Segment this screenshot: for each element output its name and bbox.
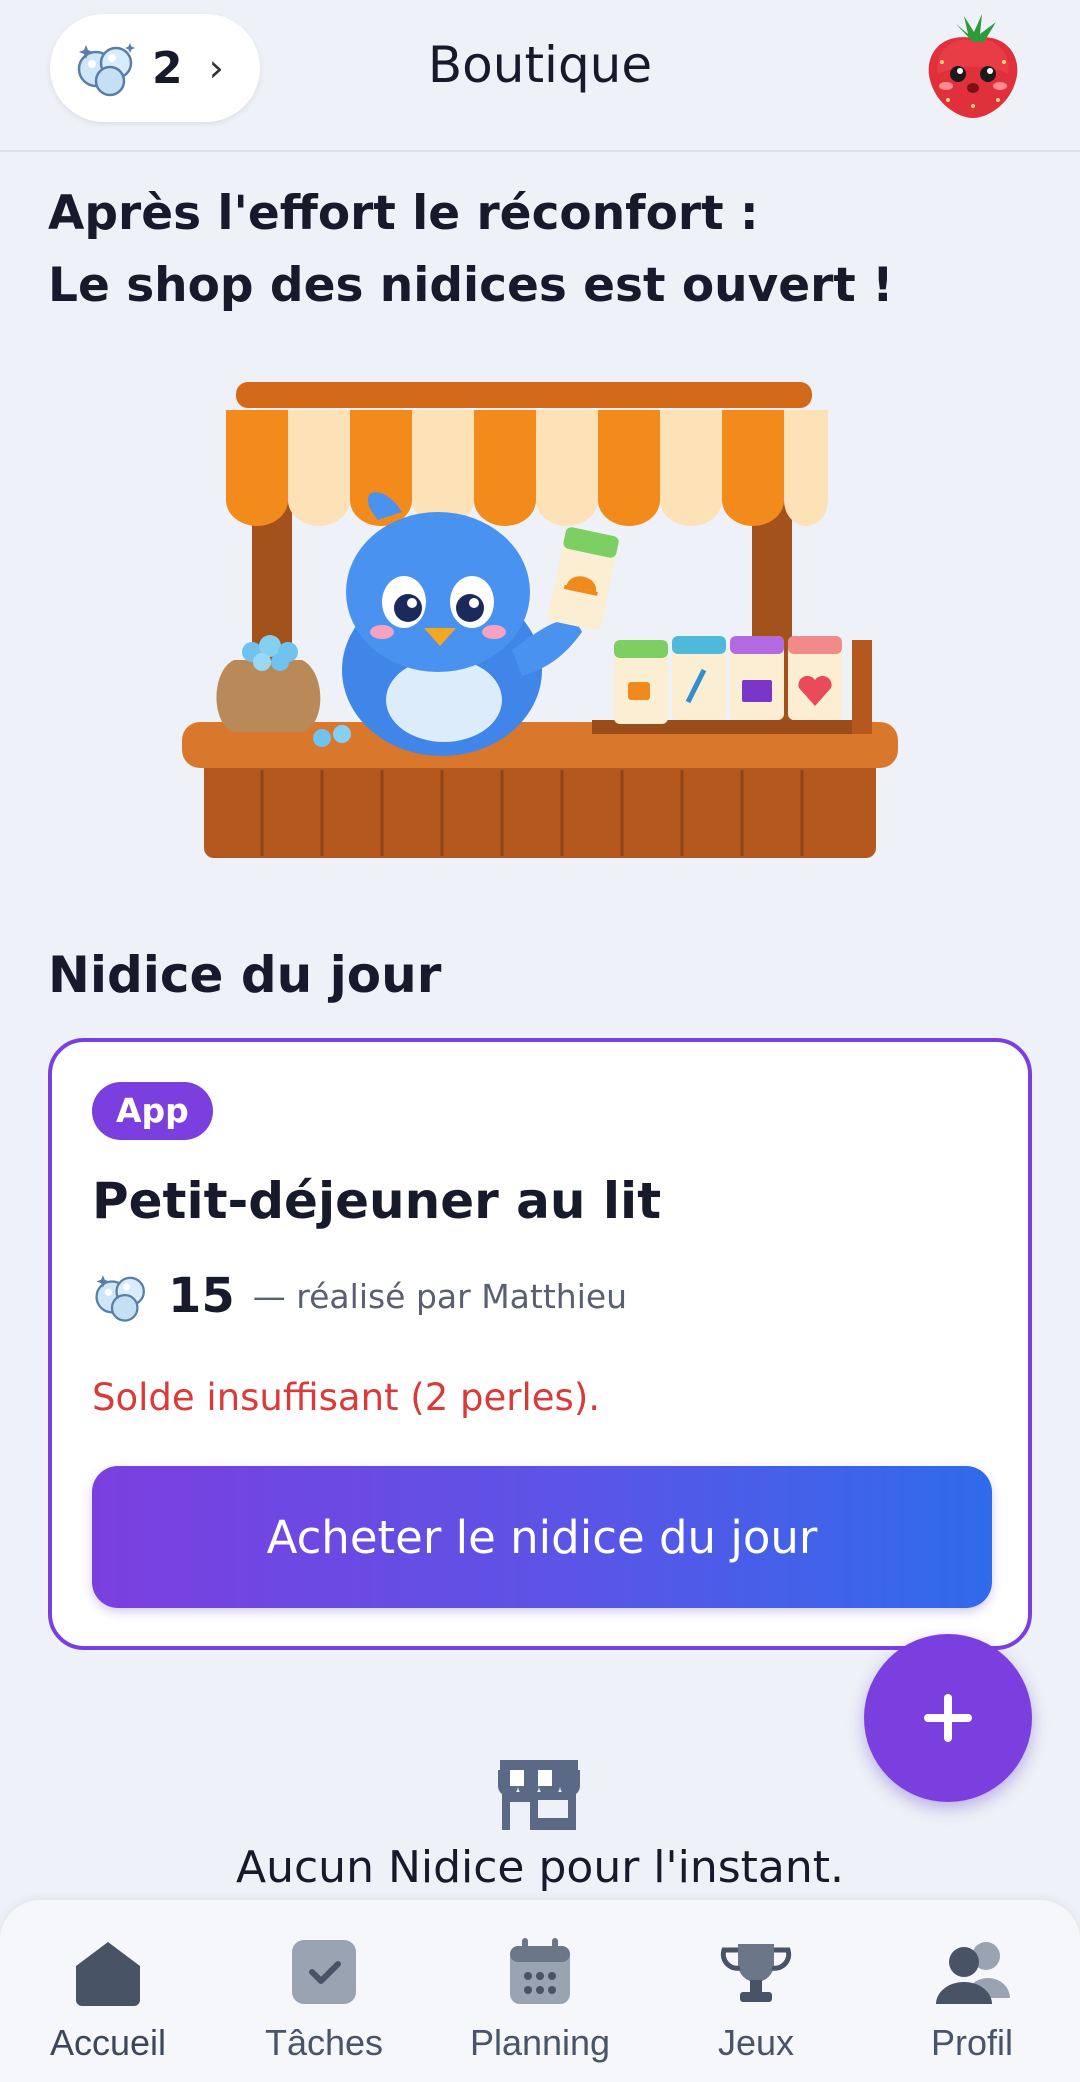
calendar-icon (510, 1938, 570, 2004)
nav-label: Accueil (49, 2022, 167, 2063)
empty-state-text: Aucun Nidice pour l'instant. (236, 1842, 844, 1893)
nav-label: Planning (469, 2022, 611, 2063)
price-row: 15 — réalisé par Matthieu (92, 1268, 627, 1324)
shop-headline: Après l'effort le réconfort : Le shop de… (48, 178, 1048, 322)
headline-line-2: Le shop des nidices est ouvert ! (48, 258, 894, 313)
shop-stall-illustration (182, 382, 898, 858)
bottom-navigation: Accueil Tâches Planning Jeux Profil (0, 1900, 1080, 2082)
check-icon (292, 1940, 356, 2004)
buy-daily-nidice-button[interactable]: Acheter le nidice du jour (92, 1466, 992, 1608)
daily-section-title: Nidice du jour (48, 946, 442, 1004)
trophy-icon (720, 1944, 792, 2002)
home-icon (76, 1942, 140, 2006)
nav-item-profil[interactable]: Profil (872, 1936, 1072, 2064)
top-bar: 2 › Boutique (0, 0, 1080, 152)
nav-label: Jeux (717, 2022, 795, 2063)
nidice-title: Petit-déjeuner au lit (92, 1172, 662, 1230)
strawberry-avatar[interactable] (918, 10, 1028, 122)
nav-item-planning[interactable]: Planning (440, 1936, 640, 2064)
nav-item-jeux[interactable]: Jeux (656, 1936, 856, 2064)
insufficient-balance-warning: Solde insuffisant (2 perles). (92, 1376, 601, 1419)
users-icon (936, 1942, 1010, 2004)
storefront-icon (498, 1760, 580, 1830)
nav-label: Tâches (264, 2022, 384, 2063)
plus-icon (924, 1694, 972, 1742)
nav-item-accueil[interactable]: Accueil (8, 1936, 208, 2064)
daily-nidice-card: App Petit-déjeuner au lit 15 — réalisé p… (48, 1038, 1032, 1650)
app-badge: App (92, 1082, 213, 1140)
nav-label: Profil (930, 2022, 1014, 2063)
nidice-price: 15 (168, 1268, 235, 1324)
headline-line-1: Après l'effort le réconfort : (48, 186, 759, 241)
pearls-icon (95, 1275, 145, 1322)
nav-item-taches[interactable]: Tâches (224, 1936, 424, 2064)
nidice-author: — réalisé par Matthieu (252, 1276, 628, 1316)
add-nidice-button[interactable] (864, 1634, 1032, 1802)
